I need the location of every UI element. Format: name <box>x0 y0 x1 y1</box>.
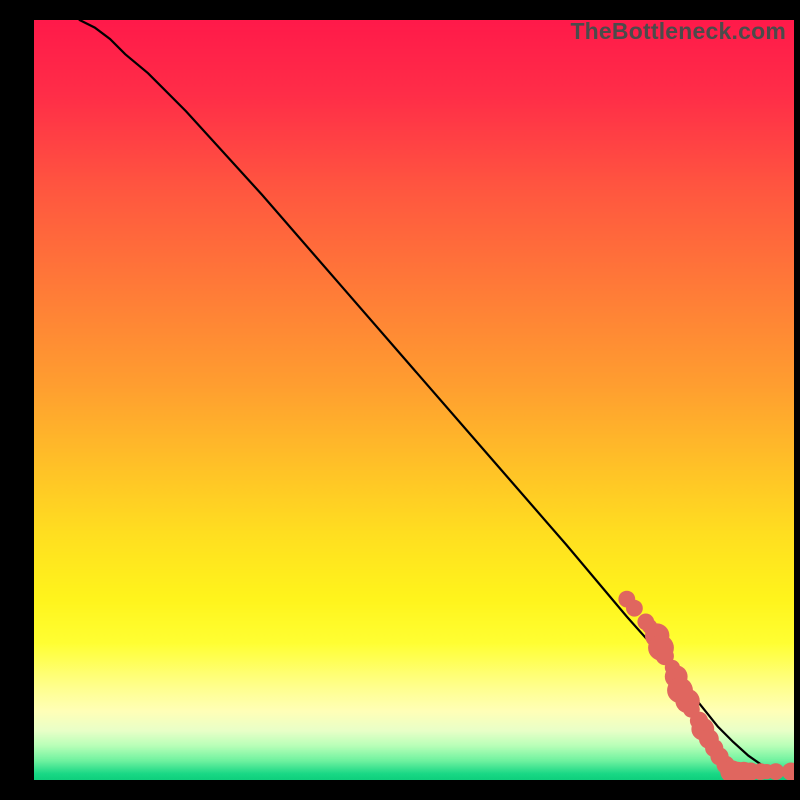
gradient-background <box>34 20 794 780</box>
watermark-text: TheBottleneck.com <box>570 18 786 45</box>
chart-frame: TheBottleneck.com <box>34 20 794 780</box>
